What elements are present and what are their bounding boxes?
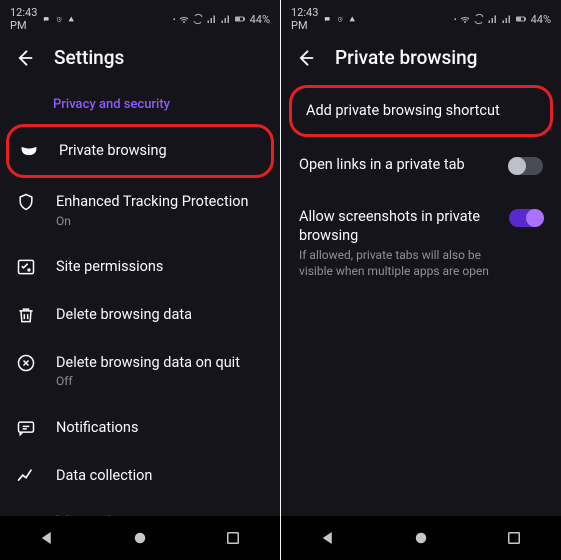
trash-icon — [16, 305, 36, 325]
item-label: Delete browsing data — [56, 305, 264, 325]
item-label: Site permissions — [56, 257, 264, 277]
permissions-icon — [16, 257, 36, 277]
settings-screen: 12:43 PM • 44% Settings Privacy and secu… — [0, 0, 280, 560]
battery-icon — [515, 13, 527, 25]
nav-recent-icon[interactable] — [505, 529, 523, 547]
nav-home-icon[interactable] — [412, 529, 430, 547]
settings-list: Privacy and security Private browsing En… — [0, 83, 280, 560]
item-open-links-private[interactable]: Open links in a private tab — [281, 139, 561, 191]
item-sub: Off — [56, 373, 264, 389]
item-data-collection[interactable]: Data collection — [0, 452, 280, 500]
comment-icon — [16, 418, 36, 438]
nav-bar — [281, 516, 561, 560]
app-header: Settings — [0, 36, 280, 83]
alarm-icon — [56, 16, 62, 22]
dot-icon: • — [454, 15, 457, 24]
toggle-allow-screenshots[interactable] — [509, 209, 543, 227]
nav-bar — [0, 516, 280, 560]
sync-icon — [473, 13, 485, 25]
signal2-icon — [220, 13, 232, 25]
chat-icon — [43, 16, 49, 22]
private-browsing-list: Add private browsing shortcut Open links… — [281, 83, 561, 560]
alarm-icon — [337, 16, 343, 22]
battery-percent: 44% — [250, 13, 270, 26]
mask-icon — [19, 141, 39, 161]
page-title: Settings — [54, 46, 124, 69]
item-delete-on-quit[interactable]: Delete browsing data on quit Off — [0, 339, 280, 404]
item-label: Private browsing — [59, 141, 261, 161]
warning-icon — [68, 16, 74, 22]
item-label: Data collection — [56, 466, 264, 486]
item-sub: On — [56, 213, 264, 229]
status-time: 12:43 PM — [291, 6, 318, 32]
nav-back-icon[interactable] — [38, 529, 56, 547]
status-bar: 12:43 PM • 44% — [281, 0, 561, 36]
item-notifications[interactable]: Notifications — [0, 404, 280, 452]
back-icon[interactable] — [295, 48, 315, 68]
item-site-permissions[interactable]: Site permissions — [0, 243, 280, 291]
warning-icon — [349, 16, 355, 22]
signal-icon — [487, 13, 499, 25]
wifi-icon — [178, 13, 190, 25]
nav-recent-icon[interactable] — [224, 529, 242, 547]
chat-icon — [324, 16, 330, 22]
toggle-open-links[interactable] — [509, 157, 543, 175]
signal2-icon — [501, 13, 513, 25]
item-label: Open links in a private tab — [299, 155, 495, 175]
page-title: Private browsing — [335, 46, 477, 69]
battery-icon — [234, 13, 246, 25]
signal-icon — [206, 13, 218, 25]
nav-home-icon[interactable] — [131, 529, 149, 547]
item-add-shortcut[interactable]: Add private browsing shortcut — [289, 85, 553, 137]
item-label: Allow screenshots in private browsing — [299, 207, 495, 246]
dot-icon: • — [173, 15, 176, 24]
status-time: 12:43 PM — [10, 6, 37, 32]
item-label: Enhanced Tracking Protection — [56, 192, 264, 212]
wifi-icon — [459, 13, 471, 25]
item-private-browsing[interactable]: Private browsing — [6, 124, 274, 178]
back-icon[interactable] — [14, 48, 34, 68]
item-sub: If allowed, private tabs will also be vi… — [299, 247, 495, 279]
nav-back-icon[interactable] — [319, 529, 337, 547]
item-etp[interactable]: Enhanced Tracking Protection On — [0, 178, 280, 243]
item-label: Add private browsing shortcut — [306, 101, 536, 121]
close-circle-icon — [16, 353, 36, 373]
item-delete-data[interactable]: Delete browsing data — [0, 291, 280, 339]
item-label: Notifications — [56, 418, 264, 438]
section-privacy: Privacy and security — [0, 83, 280, 124]
battery-percent: 44% — [531, 13, 551, 26]
sync-icon — [192, 13, 204, 25]
status-bar: 12:43 PM • 44% — [0, 0, 280, 36]
app-header: Private browsing — [281, 36, 561, 83]
item-allow-screenshots[interactable]: Allow screenshots in private browsing If… — [281, 191, 561, 296]
item-label: Delete browsing data on quit — [56, 353, 264, 373]
private-browsing-screen: 12:43 PM • 44% Private browsing Add priv… — [281, 0, 561, 560]
shield-icon — [16, 192, 36, 212]
chart-icon — [16, 466, 36, 486]
